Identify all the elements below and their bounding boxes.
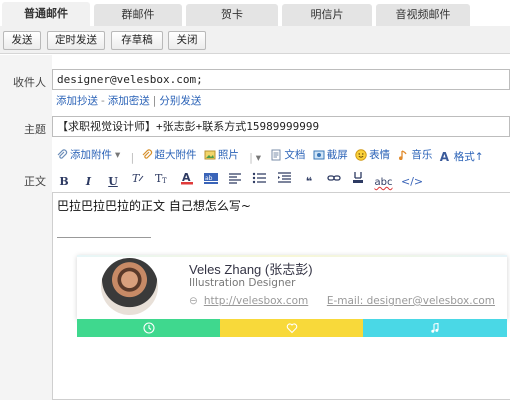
smiley-icon — [355, 148, 367, 161]
large-attachment-button[interactable]: 超大附件 — [141, 147, 197, 162]
tab-postcard[interactable]: 明信片 — [282, 4, 372, 26]
signature-divider — [57, 237, 151, 238]
tab-bar: 普通邮件 群邮件 贺卡 明信片 音视频邮件 — [0, 0, 510, 26]
music-note-icon — [429, 322, 441, 334]
music-button[interactable]: 音乐 — [397, 147, 432, 162]
link-icon: ⊖ — [189, 295, 198, 307]
svg-text:T: T — [132, 172, 141, 185]
compose-form: 收件人 designer@velesbox.com; 添加抄送 - 添加密送 | 分别发… — [0, 55, 510, 400]
attachment-toolbar: 添加附件 ▾ | 超大附件 照片 | ▾ 文档 截屏 表情 音乐 A 格式↑ — [56, 147, 488, 164]
heart-icon — [286, 322, 298, 334]
format-a-icon: A — [439, 149, 450, 164]
bar-yellow — [220, 319, 363, 337]
avatar — [101, 258, 158, 315]
body-text: 巴拉巴拉巴拉的正文 自己想怎么写~ — [57, 199, 251, 213]
add-bcc-link[interactable]: 添加密送 — [108, 95, 150, 107]
to-label: 收件人 — [13, 76, 46, 89]
compose-toolbar: 发送 定时发送 存草稿 关闭 — [0, 26, 510, 54]
document-icon — [270, 149, 282, 161]
signature-name: Veles Zhang (张志彭) — [189, 262, 313, 277]
signature-email[interactable]: E-mail: designer@velesbox.com — [327, 295, 495, 307]
bullet-list-icon[interactable] — [252, 171, 268, 187]
scheduled-send-button[interactable]: 定时发送 — [47, 31, 105, 50]
screenshot-button[interactable]: 截屏 — [313, 147, 348, 162]
to-field[interactable]: designer@velesbox.com; — [52, 69, 510, 90]
clock-icon — [143, 322, 155, 334]
signature-card: Veles Zhang (张志彭) Illustration Designer … — [77, 255, 507, 337]
music-note-icon — [397, 149, 409, 161]
label-column — [0, 55, 52, 400]
indent-icon[interactable] — [277, 171, 293, 187]
italic-button[interactable]: I — [81, 174, 97, 190]
bar-green — [77, 319, 220, 337]
svg-text:T: T — [162, 177, 167, 185]
signature-role: Illustration Designer — [189, 277, 296, 289]
font-icon[interactable]: T — [130, 171, 146, 187]
tab-group-mail[interactable]: 群邮件 — [94, 4, 182, 26]
quote-icon[interactable]: ❝ — [301, 174, 317, 190]
large-attachment-icon — [141, 148, 153, 161]
paperclip-icon — [56, 148, 68, 161]
subject-field[interactable]: 【求职视觉设计师】+张志彭+联系方式15989999999 — [52, 116, 510, 137]
insert-icon[interactable] — [350, 171, 366, 187]
tab-av-mail[interactable]: 音视频邮件 — [376, 4, 470, 26]
emoji-button[interactable]: 表情 — [355, 147, 390, 162]
add-cc-link[interactable]: 添加抄送 — [56, 95, 98, 107]
bold-button[interactable]: B — [56, 174, 72, 190]
underline-button[interactable]: U — [105, 174, 121, 190]
font-size-icon[interactable]: TT — [154, 171, 170, 187]
photo-icon — [204, 149, 216, 161]
screenshot-icon — [313, 149, 325, 161]
tab-greeting-card[interactable]: 贺卡 — [186, 4, 278, 26]
link-icon[interactable] — [326, 171, 342, 187]
body-label: 正文 — [24, 175, 46, 188]
signature-card-body: Veles Zhang (张志彭) Illustration Designer … — [77, 255, 507, 319]
editor-toolbar: B I U T TT A ab ❝ abc </> — [56, 171, 428, 189]
document-button[interactable]: 文档 — [270, 147, 305, 162]
bar-cyan — [363, 319, 507, 337]
add-attachment-button[interactable]: 添加附件 ▾ — [56, 147, 120, 162]
tab-normal-mail[interactable]: 普通邮件 — [2, 2, 90, 26]
signature-website[interactable]: ⊖ http://velesbox.com — [189, 295, 308, 307]
photo-button[interactable]: 照片 — [204, 147, 239, 162]
separate-send-link[interactable]: 分别发送 — [159, 95, 201, 107]
highlight-icon[interactable]: ab — [203, 171, 219, 187]
send-button[interactable]: 发送 — [3, 31, 41, 50]
align-icon[interactable] — [228, 171, 244, 187]
card-top-accent — [77, 255, 507, 257]
format-button[interactable]: A 格式↑ — [440, 149, 484, 164]
save-draft-button[interactable]: 存草稿 — [111, 31, 163, 50]
close-button[interactable]: 关闭 — [168, 31, 206, 50]
subject-label: 主题 — [24, 123, 46, 136]
svg-text:ab: ab — [205, 175, 213, 182]
source-code-button[interactable]: </> — [401, 174, 423, 190]
font-color-icon[interactable]: A — [179, 171, 195, 187]
message-editor[interactable]: 巴拉巴拉巴拉的正文 自己想怎么写~ Veles Zhang (张志彭) Illu… — [52, 192, 510, 400]
recipient-links: 添加抄送 - 添加密送 | 分别发送 — [56, 95, 202, 107]
spellcheck-button[interactable]: abc — [375, 175, 393, 191]
